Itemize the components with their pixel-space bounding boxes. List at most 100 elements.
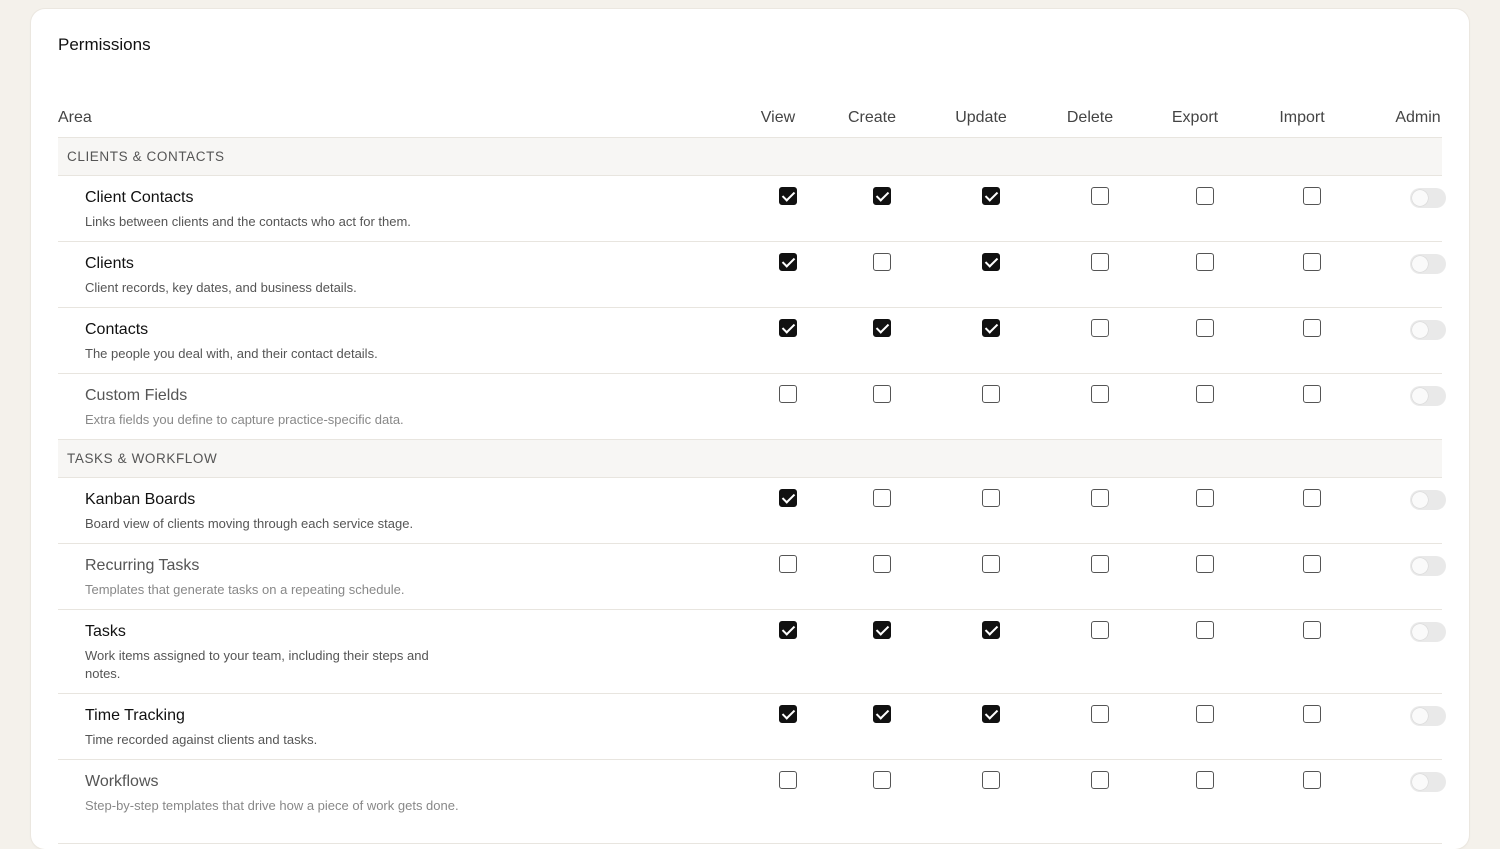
delete-checkbox[interactable] (1091, 319, 1109, 337)
column-header-import: Import (1279, 109, 1325, 126)
delete-checkbox[interactable] (1091, 555, 1109, 573)
row-name: Tasks (85, 623, 126, 640)
row-description: Client records, key dates, and business … (85, 280, 357, 295)
export-checkbox[interactable] (1196, 319, 1214, 337)
delete-checkbox[interactable] (1091, 705, 1109, 723)
export-checkbox[interactable] (1196, 253, 1214, 271)
view-checkbox[interactable] (779, 489, 797, 507)
page-title: Permissions (58, 35, 151, 54)
update-checkbox[interactable] (982, 621, 1000, 639)
create-checkbox[interactable] (873, 555, 891, 573)
section-header: TASKS & WORKFLOW (58, 440, 1442, 478)
section-label: TASKS & WORKFLOW (67, 451, 218, 466)
column-header-area: Area (58, 109, 92, 126)
column-header-admin: Admin (1395, 109, 1441, 126)
import-checkbox[interactable] (1303, 253, 1321, 271)
row-name: Time Tracking (85, 707, 185, 724)
create-checkbox[interactable] (873, 319, 891, 337)
admin-toggle[interactable] (1410, 188, 1446, 208)
permissions-table: Area View Create Update Delete Export Im… (58, 99, 1446, 844)
table-row: Recurring Tasks Templates that generate t… (58, 544, 1446, 610)
create-checkbox[interactable] (873, 253, 891, 271)
update-checkbox[interactable] (982, 555, 1000, 573)
admin-toggle[interactable] (1410, 254, 1446, 274)
table-row: Tasks Work items assigned to your team, i… (58, 610, 1446, 694)
create-checkbox[interactable] (873, 385, 891, 403)
delete-checkbox[interactable] (1091, 385, 1109, 403)
table-row: Custom Fields Extra fields you define to … (58, 374, 1446, 440)
row-name: Workflows (85, 773, 159, 790)
table-row: Kanban Boards Board view of clients movin… (58, 478, 1446, 544)
delete-checkbox[interactable] (1091, 489, 1109, 507)
import-checkbox[interactable] (1303, 705, 1321, 723)
table-row: Clients Client records, key dates, and bu… (58, 242, 1446, 308)
table-row: Client Contacts Links between clients and… (58, 176, 1446, 242)
permissions-card: Permissions Area View Create Update Dele… (31, 9, 1469, 849)
export-checkbox[interactable] (1196, 385, 1214, 403)
table-header: Area View Create Update Delete Export Im… (58, 99, 1442, 138)
export-checkbox[interactable] (1196, 489, 1214, 507)
import-checkbox[interactable] (1303, 187, 1321, 205)
admin-toggle[interactable] (1410, 772, 1446, 792)
export-checkbox[interactable] (1196, 705, 1214, 723)
view-checkbox[interactable] (779, 319, 797, 337)
delete-checkbox[interactable] (1091, 771, 1109, 789)
row-name: Custom Fields (85, 387, 188, 404)
update-checkbox[interactable] (982, 319, 1000, 337)
admin-toggle[interactable] (1410, 622, 1446, 642)
table-body: CLIENTS & CONTACTS Client Contacts Links b… (58, 138, 1446, 844)
create-checkbox[interactable] (873, 771, 891, 789)
update-checkbox[interactable] (982, 489, 1000, 507)
export-checkbox[interactable] (1196, 771, 1214, 789)
row-name: Kanban Boards (85, 491, 196, 508)
column-header-delete: Delete (1066, 109, 1114, 126)
row-description: Step-by-step templates that drive how a … (85, 798, 459, 813)
export-checkbox[interactable] (1196, 555, 1214, 573)
import-checkbox[interactable] (1303, 621, 1321, 639)
table-row: Contacts The people you deal with, and th… (58, 308, 1446, 374)
create-checkbox[interactable] (873, 187, 891, 205)
row-description: Work items assigned to your team, includ… (85, 648, 429, 681)
view-checkbox[interactable] (779, 385, 797, 403)
update-checkbox[interactable] (982, 771, 1000, 789)
admin-toggle[interactable] (1410, 320, 1446, 340)
row-name: Clients (85, 255, 134, 272)
create-checkbox[interactable] (873, 705, 891, 723)
update-checkbox[interactable] (982, 253, 1000, 271)
column-header-update: Update (955, 109, 1007, 126)
row-name: Client Contacts (85, 189, 194, 206)
admin-toggle[interactable] (1410, 706, 1446, 726)
view-checkbox[interactable] (779, 621, 797, 639)
update-checkbox[interactable] (982, 385, 1000, 403)
import-checkbox[interactable] (1303, 555, 1321, 573)
row-description: Board view of clients moving through eac… (85, 516, 414, 531)
view-checkbox[interactable] (779, 705, 797, 723)
view-checkbox[interactable] (779, 253, 797, 271)
column-header-export: Export (1171, 109, 1219, 126)
row-description: Time recorded against clients and tasks. (85, 732, 318, 747)
delete-checkbox[interactable] (1091, 187, 1109, 205)
update-checkbox[interactable] (982, 187, 1000, 205)
delete-checkbox[interactable] (1091, 253, 1109, 271)
import-checkbox[interactable] (1303, 385, 1321, 403)
import-checkbox[interactable] (1303, 319, 1321, 337)
import-checkbox[interactable] (1303, 771, 1321, 789)
admin-toggle[interactable] (1410, 386, 1446, 406)
view-checkbox[interactable] (779, 771, 797, 789)
delete-checkbox[interactable] (1091, 621, 1109, 639)
create-checkbox[interactable] (873, 489, 891, 507)
import-checkbox[interactable] (1303, 489, 1321, 507)
update-checkbox[interactable] (982, 705, 1000, 723)
export-checkbox[interactable] (1196, 621, 1214, 639)
column-header-create: Create (847, 109, 897, 126)
admin-toggle[interactable] (1410, 556, 1446, 576)
view-checkbox[interactable] (779, 187, 797, 205)
table-row: Time Tracking Time recorded against clien… (58, 694, 1446, 760)
create-checkbox[interactable] (873, 621, 891, 639)
view-checkbox[interactable] (779, 555, 797, 573)
admin-toggle[interactable] (1410, 490, 1446, 510)
export-checkbox[interactable] (1196, 187, 1214, 205)
table-row: Workflows Step-by-step templates that dri… (58, 760, 1446, 844)
row-description: The people you deal with, and their cont… (85, 346, 378, 361)
row-description: Templates that generate tasks on a repea… (85, 582, 405, 597)
